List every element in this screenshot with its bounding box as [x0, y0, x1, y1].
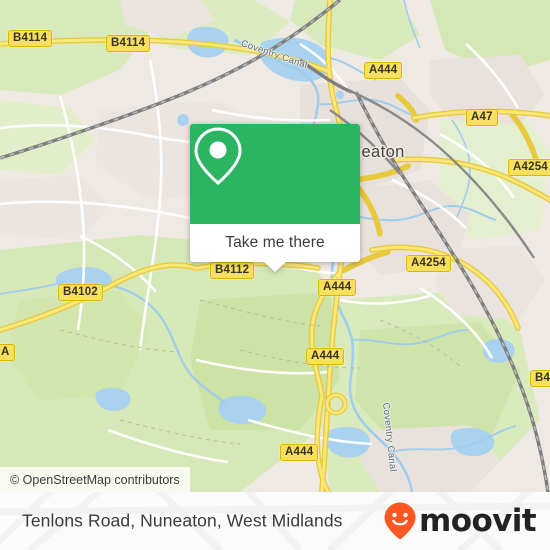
moovit-map-screenshot: Nuneaton Coventry Canal Coventry Canal B…	[0, 0, 550, 550]
attribution-text: © OpenStreetMap contributors	[10, 472, 180, 487]
road-shield-a444-south[interactable]: A444	[280, 444, 319, 461]
moovit-pin-icon	[384, 502, 416, 540]
popup-image-area	[190, 124, 360, 224]
map-attribution: © OpenStreetMap contributors	[0, 467, 190, 492]
road-shield-west-edge[interactable]: A	[0, 344, 15, 361]
take-me-there-button[interactable]: Take me there	[190, 224, 360, 262]
road-shield-a4254-northeast[interactable]: A4254	[508, 159, 550, 176]
road-shield-b4112[interactable]: B4112	[210, 262, 255, 279]
road-shield-a444-central[interactable]: A444	[318, 279, 357, 296]
location-pin-icon	[194, 127, 242, 185]
road-shield-b4114-east[interactable]: B4114	[106, 35, 151, 52]
location-title: Tenlons Road, Nuneaton, West Midlands	[22, 510, 343, 531]
road-shield-b4114-west[interactable]: B4114	[8, 30, 53, 47]
map-canvas[interactable]: Nuneaton Coventry Canal Coventry Canal B…	[0, 0, 550, 492]
popup-pointer	[264, 262, 286, 272]
road-shield-b4102[interactable]: B4102	[58, 284, 103, 301]
take-me-there-label: Take me there	[225, 234, 325, 251]
moovit-wordmark: moovit	[419, 502, 537, 539]
road-shield-a444-north[interactable]: A444	[364, 62, 403, 79]
moovit-logo[interactable]: moovit	[383, 501, 537, 541]
road-shield-b4-east-edge[interactable]: B4	[530, 370, 550, 387]
road-shield-a4254-east[interactable]: A4254	[406, 255, 451, 272]
road-shield-a47[interactable]: A47	[466, 109, 498, 126]
road-shield-a444-mid[interactable]: A444	[306, 348, 345, 365]
footer-bar: Tenlons Road, Nuneaton, West Midlands mo…	[0, 492, 550, 550]
destination-popup[interactable]: Take me there	[190, 124, 360, 272]
